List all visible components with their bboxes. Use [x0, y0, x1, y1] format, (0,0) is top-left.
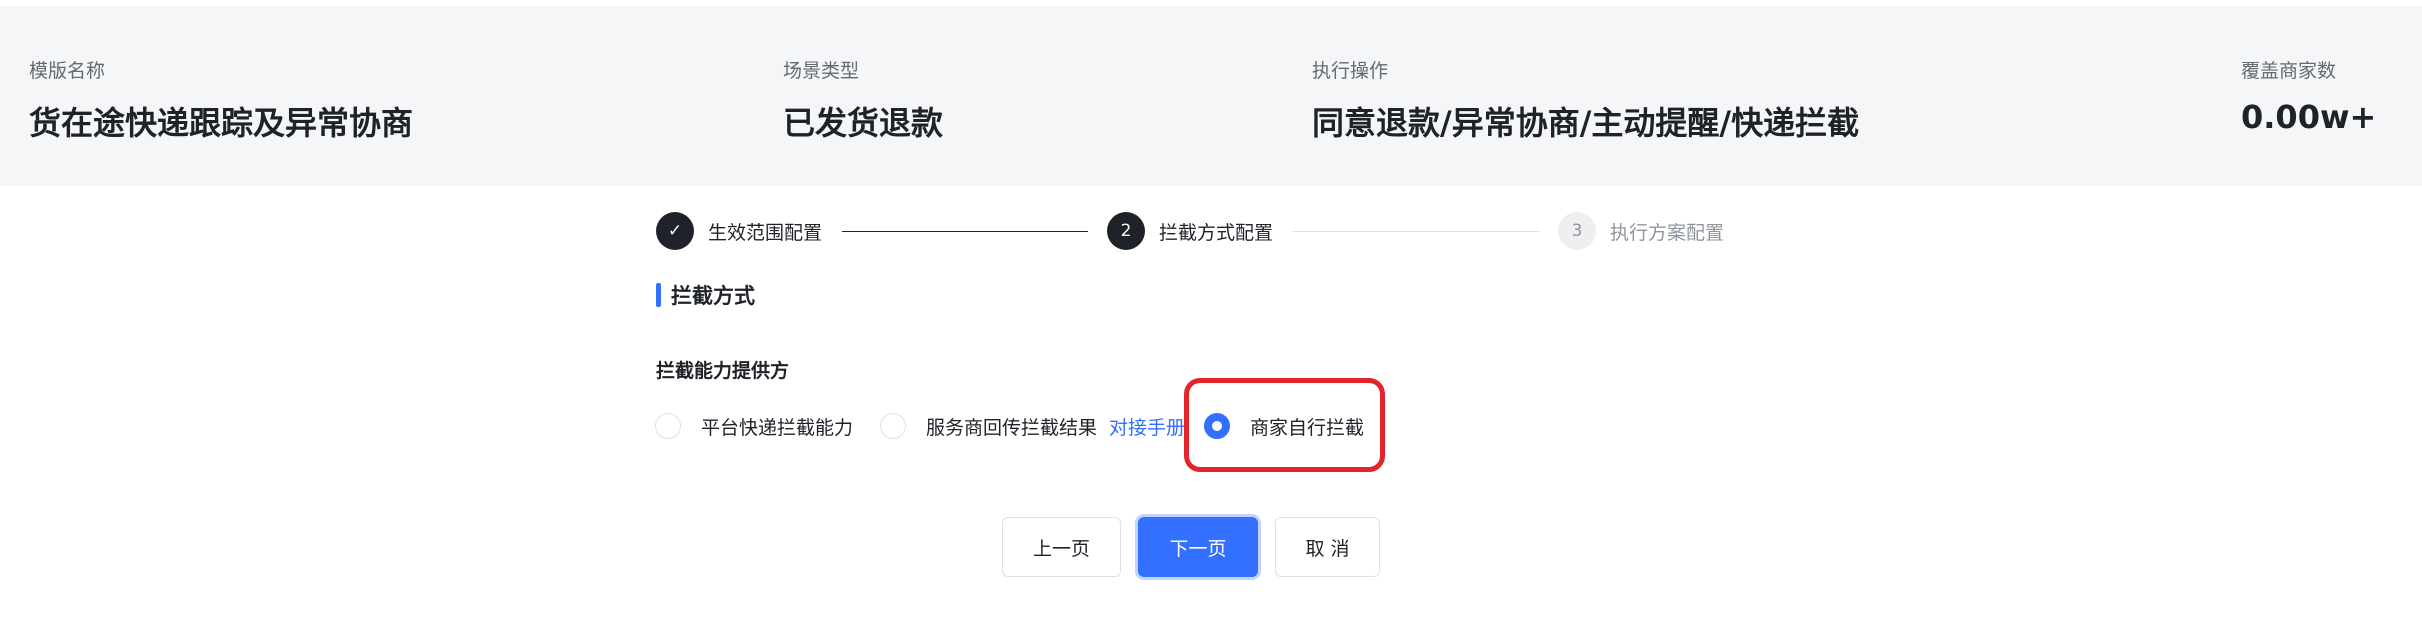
step-intercept-config: 2 拦截方式配置 — [1107, 212, 1273, 250]
intercept-provider-label: 拦截能力提供方 — [656, 360, 790, 382]
merchant-count-label: 覆盖商家数 — [2241, 60, 2337, 82]
action-value: 同意退款/异常协商/主动提醒/快递拦截 — [1312, 104, 1860, 142]
section-title: 拦截方式 — [671, 284, 755, 308]
step-label: 生效范围配置 — [708, 221, 823, 244]
check-icon: ✓ — [656, 212, 694, 250]
step-label: 拦截方式配置 — [1159, 221, 1274, 244]
cancel-button[interactable]: 取 消 — [1275, 517, 1380, 577]
step-connector — [1293, 231, 1539, 232]
radio-label[interactable]: 服务商回传拦截结果 — [926, 413, 1097, 440]
radio-provider-callback[interactable]: 服务商回传拦截结果 对接手册 — [880, 410, 1185, 442]
step-connector — [842, 231, 1088, 232]
radio-label[interactable]: 平台快递拦截能力 — [701, 413, 853, 440]
step-scope-config: ✓ 生效范围配置 — [656, 212, 822, 250]
next-page-button[interactable]: 下一页 — [1138, 517, 1258, 577]
scene-type-value: 已发货退款 — [783, 104, 944, 142]
step-label: 执行方案配置 — [1610, 221, 1725, 244]
step-plan-config: 3 执行方案配置 — [1558, 212, 1724, 250]
merchant-count-value: 0.00w+ — [2241, 98, 2377, 136]
step-number: 2 — [1107, 212, 1145, 250]
scene-type-label: 场景类型 — [783, 60, 860, 82]
radio-platform-intercept[interactable]: 平台快递拦截能力 — [655, 410, 853, 442]
step-number: 3 — [1558, 212, 1596, 250]
radio-circle-icon[interactable] — [880, 413, 906, 439]
template-name-value: 货在途快递跟踪及异常协商 — [29, 104, 414, 142]
section-accent-bar — [656, 283, 661, 307]
highlight-annotation-box — [1184, 378, 1385, 472]
action-label: 执行操作 — [1312, 60, 1389, 82]
template-summary-panel: 模版名称 货在途快递跟踪及异常协商 场景类型 已发货退款 执行操作 同意退款/异… — [0, 6, 2422, 186]
radio-circle-icon[interactable] — [655, 413, 681, 439]
prev-page-button[interactable]: 上一页 — [1002, 517, 1121, 577]
integration-manual-link[interactable]: 对接手册 — [1109, 413, 1185, 440]
template-name-label: 模版名称 — [29, 60, 106, 82]
